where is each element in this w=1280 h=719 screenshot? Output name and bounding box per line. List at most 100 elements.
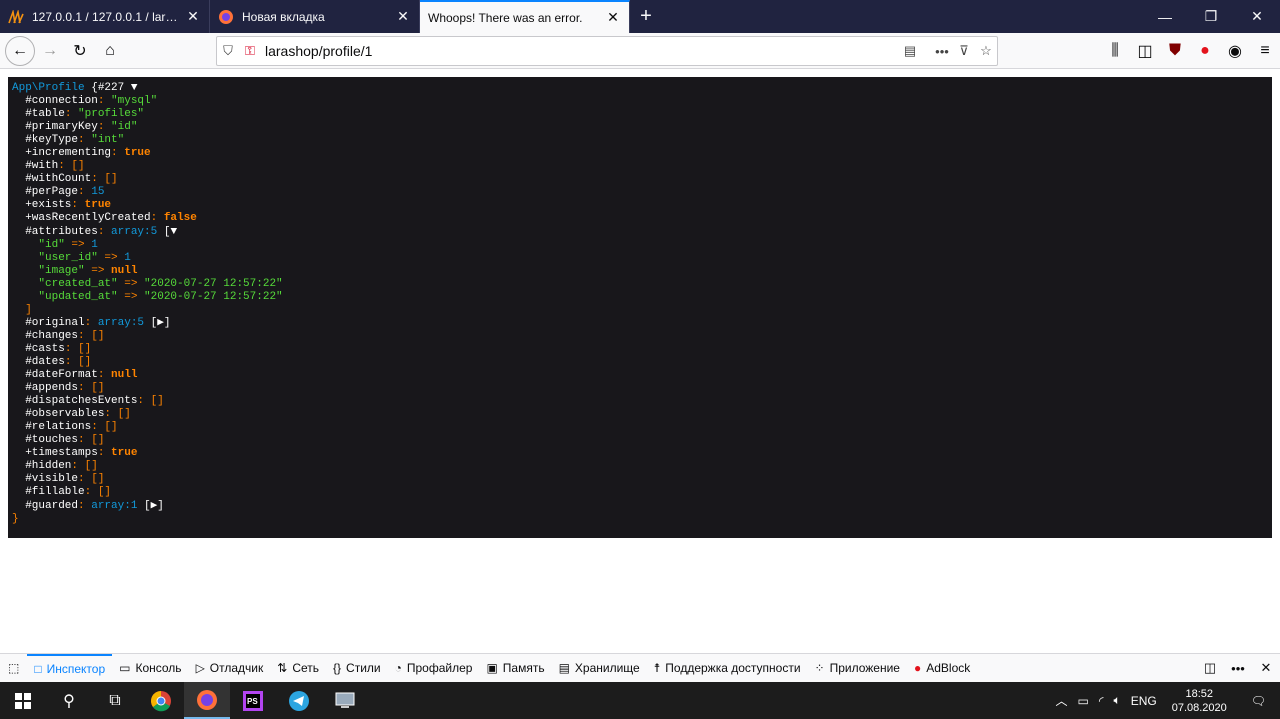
shield-icon[interactable]: ⛉	[217, 37, 239, 65]
chrome-icon[interactable]	[138, 682, 184, 719]
tab-new-tab[interactable]: Новая вкладка ✕	[210, 0, 420, 33]
telegram-icon[interactable]	[276, 682, 322, 719]
wifi-icon[interactable]: ◜	[1094, 694, 1109, 708]
dump-key: #observables	[12, 408, 105, 421]
dump-value: []	[91, 434, 105, 447]
devtools-tab[interactable]: ▣ Память	[479, 654, 551, 682]
devtools-tab[interactable]: □ Инспектор	[27, 654, 113, 682]
close-window-icon[interactable]: ✕	[1234, 0, 1280, 33]
more-icon[interactable]: •••	[1224, 654, 1252, 682]
phpstorm-icon[interactable]: PS	[230, 682, 276, 719]
devtools-tab-label: Приложение	[829, 661, 900, 675]
devtools-right-controls: ◫ ••• ✕	[1196, 654, 1280, 682]
devtools-tab[interactable]: {} Стили	[326, 654, 388, 682]
battery-icon[interactable]: ▭	[1072, 694, 1093, 708]
page-actions-icon[interactable]: •••	[931, 37, 953, 65]
close-icon[interactable]: ✕	[605, 9, 621, 26]
start-button[interactable]	[0, 682, 46, 719]
dump-value: []	[117, 408, 131, 421]
home-button[interactable]: ⌂	[95, 36, 125, 66]
element-picker-icon[interactable]: ⬚	[0, 654, 27, 682]
menu-icon[interactable]: ≡	[1250, 36, 1280, 66]
dump-line: #relations: []	[12, 421, 1268, 434]
dump-header: App\Profile {#227 ▼	[12, 82, 1268, 95]
chevron-up-icon[interactable]: ︿	[1050, 692, 1072, 709]
dump-bracket: }	[12, 512, 19, 525]
devtools-tab[interactable]: ▷ Отладчик	[189, 654, 271, 682]
devtools-tab-icon: ◔	[394, 661, 402, 675]
clock[interactable]: 18:52 07.08.2020	[1162, 687, 1237, 715]
dump-key: "image"	[12, 264, 85, 277]
search-icon[interactable]: ⚲	[46, 682, 92, 719]
dump-value: []	[150, 395, 164, 408]
dock-icon[interactable]: ◫	[1196, 654, 1224, 682]
opera-adblock-icon[interactable]: ●	[1190, 36, 1220, 66]
remote-desktop-icon[interactable]	[322, 682, 368, 719]
back-button[interactable]: ←	[5, 35, 35, 66]
devtools-tab[interactable]: ⇅ Сеть	[270, 654, 326, 682]
dump-toggle[interactable]: [▶]	[144, 317, 171, 329]
account-icon[interactable]: ◉	[1220, 36, 1250, 66]
home-icon: ⌂	[105, 41, 115, 59]
windows-icon	[15, 692, 31, 709]
ublock-icon[interactable]: ⛊	[1160, 36, 1190, 66]
dump-value: []	[91, 473, 105, 486]
dump-key: #original	[12, 316, 85, 329]
dump-separator: :	[97, 447, 112, 460]
close-icon[interactable]: ✕	[185, 8, 201, 25]
dump-line: "user_id" => 1	[12, 252, 1268, 265]
dump-key: #table	[12, 108, 65, 121]
url-text[interactable]: larashop/profile/1	[261, 43, 899, 59]
dump-line: #primaryKey: "id"	[12, 121, 1268, 134]
dump-line: #observables: []	[12, 408, 1268, 421]
dump-separator: :	[137, 395, 151, 408]
task-view-icon[interactable]: ⧉	[92, 682, 138, 719]
dump-toggle[interactable]: [▶]	[137, 500, 164, 512]
devtools-tab-icon: ▤	[558, 661, 570, 675]
devtools-tab[interactable]: ☨ Поддержка доступности	[647, 654, 808, 682]
dump-value: "mysql"	[111, 95, 158, 108]
forward-button[interactable]: →	[35, 36, 65, 66]
close-icon[interactable]: ✕	[395, 8, 411, 25]
notifications-icon[interactable]: 🗨︎	[1237, 694, 1280, 708]
devtools-tab[interactable]: ▤ Хранилище	[552, 654, 647, 682]
devtools-tab[interactable]: ▭ Консоль	[112, 654, 188, 682]
devtools-tab[interactable]: ● AdBlock	[907, 654, 977, 682]
toolbar-extensions: ⫼ ◫ ⛊ ● ◉ ≡	[1100, 36, 1280, 66]
tab-whoops[interactable]: Whoops! There was an error. ✕	[420, 0, 630, 33]
dump-toggle[interactable]: [▼	[157, 226, 177, 238]
tab-phpmyadmin[interactable]: 127.0.0.1 / 127.0.0.1 / larashop / ... ✕	[0, 0, 210, 33]
clock-date: 07.08.2020	[1171, 701, 1227, 714]
dump-separator: :	[64, 355, 79, 368]
dump-key: "updated_at"	[12, 290, 118, 303]
dump-separator: :	[78, 434, 92, 447]
new-tab-button[interactable]: +	[630, 0, 662, 33]
volume-icon[interactable]: 🔈︎	[1108, 693, 1125, 708]
dump-object-id[interactable]: {#227 ▼	[91, 82, 137, 94]
sidebar-icon[interactable]: ◫	[1130, 36, 1160, 66]
dump-separator: :	[78, 473, 92, 486]
dump-line: "created_at" => "2020-07-27 12:57:22"	[12, 278, 1268, 291]
dump-line: #fillable: []	[12, 486, 1268, 499]
devtools-tab-icon: ●	[913, 661, 922, 675]
devtools-tab[interactable]: ◔ Профайлер	[388, 654, 480, 682]
dump-value: array:5	[97, 316, 145, 329]
dump-value: array:5	[111, 225, 158, 238]
firefox-taskbar-icon[interactable]	[184, 682, 230, 719]
bookmark-star-icon[interactable]: ☆	[975, 37, 997, 65]
url-bar[interactable]: ⛉ ⚿ larashop/profile/1 ▤ ••• ⊽ ☆	[216, 36, 998, 66]
maximize-icon[interactable]: ❐	[1188, 0, 1234, 33]
dump-line: #table: "profiles"	[12, 108, 1268, 121]
dump-separator: =>	[117, 290, 145, 303]
library-icon[interactable]: ⫼	[1100, 36, 1130, 66]
close-devtools-icon[interactable]: ✕	[1252, 654, 1280, 682]
language-indicator[interactable]: ENG	[1126, 694, 1162, 708]
devtools-tab-label: Сеть	[292, 661, 320, 675]
minimize-icon[interactable]: —	[1142, 0, 1188, 33]
reader-view-icon[interactable]: ▤	[899, 37, 921, 65]
insecure-lock-icon[interactable]: ⚿	[239, 37, 261, 65]
devtools-tab[interactable]: ⁘ Приложение	[808, 654, 907, 682]
dump-value: "profiles"	[78, 108, 145, 121]
pocket-icon[interactable]: ⊽	[953, 37, 975, 65]
reload-button[interactable]: ↻	[65, 36, 95, 66]
